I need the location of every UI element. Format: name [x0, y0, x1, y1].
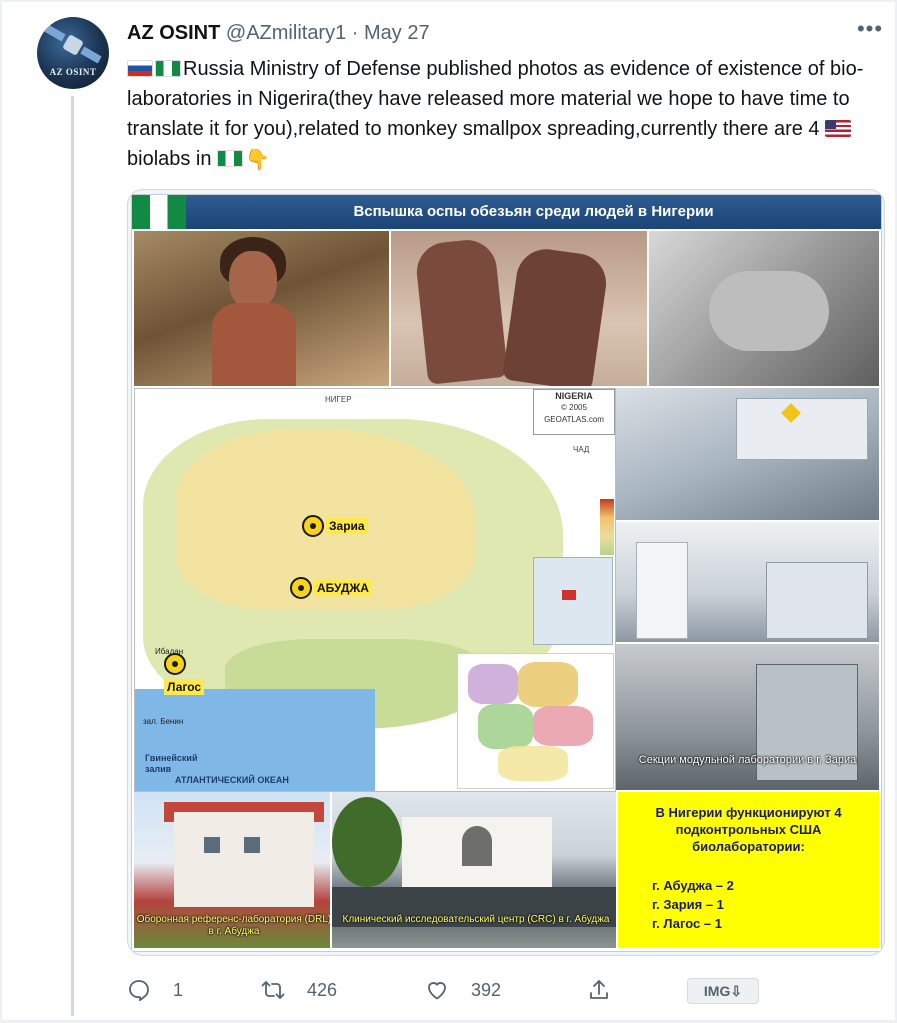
tweet-header: AZ OSINT @AZmilitary1 · May 27 — [127, 20, 430, 46]
frame-top-border — [0, 0, 897, 2]
building-arch-window — [462, 826, 492, 866]
lab-door — [636, 542, 688, 639]
retweet-button[interactable]: 426 — [261, 972, 337, 1008]
infographic-image: Вспышка оспы обезьян среди людей в Нигер… — [131, 194, 882, 952]
summary-box: В Нигерии функционируют 4 подконтрольных… — [618, 792, 879, 948]
building2-caption: Клинический исследовательский центр (CRC… — [342, 914, 610, 925]
flag-nigeria-icon — [217, 150, 244, 167]
map-label-chad: ЧАД — [573, 445, 590, 454]
like-button[interactable]: 392 — [425, 972, 501, 1008]
map-label-benin-bay: зал. Бенин — [143, 717, 184, 726]
photo-foot — [649, 231, 879, 386]
pointing-down-icon: 👇 — [245, 149, 270, 171]
author-handle[interactable]: @AZmilitary1 — [226, 22, 346, 44]
reply-icon — [129, 980, 149, 1002]
lab-unit — [766, 562, 868, 639]
summary-item: г. Зария – 1 — [652, 897, 724, 912]
photo-face — [229, 251, 277, 309]
photo-hands — [391, 231, 647, 386]
share-icon — [590, 980, 608, 999]
photo-building-drl: Оборонная референс-лаборатория (DRL) в г… — [134, 792, 330, 948]
satellite-panel-right — [80, 46, 102, 64]
photo-child — [134, 231, 389, 386]
map-state-shape — [468, 664, 518, 704]
image-download-button[interactable]: IMG⇩ — [687, 978, 759, 1004]
retweet-count: 426 — [307, 979, 338, 1000]
reply-button[interactable]: 1 — [127, 972, 183, 1008]
flag-nigeria-icon — [155, 60, 181, 77]
map-state-shape — [498, 746, 568, 781]
map-label-niger: НИГЕР — [325, 395, 352, 404]
flag-united-states-icon — [825, 120, 852, 137]
map-label-ocean: АТЛАНТИЧЕСКИЙ ОКЕАН — [175, 775, 289, 785]
lab-caption: Секции модульной лаборатории в г. Зариа — [638, 754, 857, 766]
reply-count: 1 — [173, 979, 184, 1000]
heart-icon — [428, 982, 446, 1000]
map-elevation-legend — [600, 499, 614, 555]
map-africa-inset — [533, 557, 613, 645]
like-count: 392 — [471, 979, 502, 1000]
city-label-abuja: АБУДЖА — [314, 580, 372, 596]
building1-caption: Оборонная референс-лаборатория (DRL) в г… — [136, 914, 330, 937]
share-button[interactable] — [587, 972, 611, 1008]
map-state-shape — [533, 706, 593, 746]
map-compass-sub: © 2005 GEOATLAS.com — [544, 403, 604, 424]
photo-hand-right — [502, 245, 610, 386]
map-label-gulf: Гвинейский залив — [145, 753, 198, 774]
summary-item: г. Абуджа – 2 — [652, 878, 734, 893]
tweet-text-part1: Russia Ministry of Defense published pho… — [127, 58, 864, 140]
flag-russia-icon — [127, 60, 153, 77]
radiation-icon — [164, 653, 186, 675]
tweet-actions: 1 426 392 IMG⇩ — [127, 972, 807, 1008]
tweet-text: Russia Ministry of Defense published pho… — [127, 54, 887, 175]
avatar-text: AZ OSINT — [49, 67, 97, 77]
building-window — [244, 837, 260, 853]
map-states-inset — [457, 653, 614, 789]
photo-building-crc: Клинический исследовательский центр (CRC… — [332, 792, 616, 948]
retweet-icon — [261, 981, 285, 999]
map-compass-box: NIGERIA © 2005 GEOATLAS.com — [533, 389, 615, 435]
map-state-shape — [478, 704, 533, 749]
building-window — [204, 837, 220, 853]
nigeria-map: NIGERIA © 2005 GEOATLAS.com НИГЕР ЧАД за… — [134, 388, 616, 792]
infographic-header: Вспышка оспы обезьян среди людей в Нигер… — [132, 195, 881, 229]
city-label-zaria: Зариа — [326, 518, 368, 534]
frame-left-border — [0, 0, 2, 1023]
map-africa-nigeria-mark — [562, 590, 576, 600]
lab-cabinet — [736, 398, 868, 460]
city-label-lagos: Лагос — [164, 679, 205, 695]
photo-lab-interior — [616, 522, 879, 642]
tweet-text-part2: biolabs in — [127, 148, 218, 170]
summary-title: В Нигерии функционируют 4 подконтрольных… — [655, 805, 842, 854]
author-name[interactable]: AZ OSINT — [127, 22, 220, 44]
thread-line — [71, 96, 74, 1016]
summary-list: г. Абуджа – 2 г. Зария – 1 г. Лагос – 1 — [652, 876, 852, 933]
photo-hand-left — [413, 237, 509, 385]
radiation-icon — [290, 577, 312, 599]
photo-torso — [212, 303, 296, 386]
map-state-shape — [518, 662, 578, 707]
radiation-icon — [302, 515, 324, 537]
satellite-panel-left — [44, 24, 66, 42]
more-horizontal-icon[interactable]: ••• — [855, 18, 885, 44]
building-facade — [174, 812, 314, 907]
tweet-media[interactable]: Вспышка оспы обезьян среди людей в Нигер… — [127, 189, 885, 956]
infographic-title: Вспышка оспы обезьян среди людей в Нигер… — [353, 203, 714, 220]
photo-lab-equipment — [616, 388, 879, 520]
summary-item: г. Лагос – 1 — [652, 916, 722, 931]
header-separator: · — [346, 22, 364, 44]
building-tree — [332, 797, 402, 887]
photo-foot-shape — [709, 271, 829, 351]
avatar[interactable]: AZ OSINT — [37, 17, 109, 89]
tweet-date[interactable]: May 27 — [364, 22, 430, 44]
photo-lab-modules: Секции модульной лаборатории в г. Зариа — [616, 644, 879, 790]
map-compass-title: NIGERIA — [555, 391, 593, 401]
nigeria-flag-icon — [132, 195, 186, 229]
